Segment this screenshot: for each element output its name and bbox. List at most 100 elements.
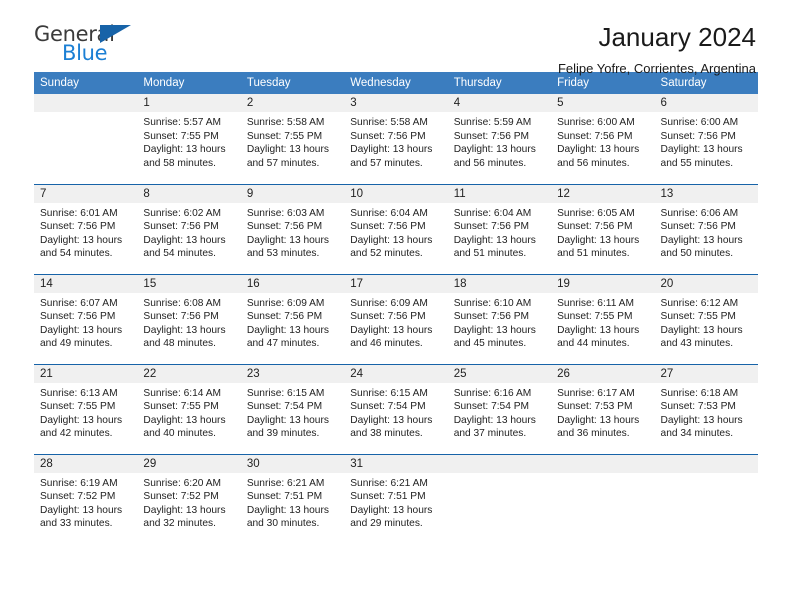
calendar-day-cell[interactable]: 7 Sunrise: 6:01 AM Sunset: 7:56 PM Daylight… <box>34 183 138 274</box>
calendar-day-cell[interactable]: 30 Sunrise: 6:21 AM Sunset: 7:51 PM Dayligh… <box>240 453 345 544</box>
calendar-day-cell[interactable]: 11 Sunrise: 6:04 AM Sunset: 7:56 PM Dayligh… <box>447 183 552 274</box>
calendar-day-cell[interactable]: 20 Sunrise: 6:12 AM Sunset: 7:55 PM Dayligh… <box>654 273 758 364</box>
day-detail-line: and 57 minutes. <box>350 157 423 169</box>
calendar-day-cell[interactable]: 29 Sunrise: 6:20 AM Sunset: 7:52 PM Dayligh… <box>137 453 241 545</box>
calendar-day-cell[interactable]: 14 Sunrise: 6:07 AM Sunset: 7:56 PM Dayligh… <box>34 273 138 364</box>
calendar-day-cell[interactable]: 2 Sunrise: 5:58 AM Sunset: 7:55 PM Daylight… <box>240 94 345 184</box>
day-detail-line: Sunset: 7:56 PM <box>453 221 530 233</box>
day-details: Sunrise: 6:03 AM Sunset: 7:56 PM Daylight:… <box>241 203 344 261</box>
day-number: 24 <box>344 364 448 383</box>
day-number <box>34 94 138 112</box>
calendar-day-cell[interactable]: 5 Sunrise: 6:00 AM Sunset: 7:56 PM Daylight… <box>551 94 655 184</box>
calendar-day-cell[interactable]: 25 Sunrise: 6:16 AM Sunset: 7:54 PM Dayligh… <box>447 363 552 454</box>
calendar-day-cell[interactable]: 3 Sunrise: 5:58 AM Sunset: 7:56 PM Daylight… <box>344 94 448 184</box>
calendar-day-cell[interactable]: 22 Sunrise: 6:14 AM Sunset: 7:55 PM Dayligh… <box>137 363 241 454</box>
day-details: Sunrise: 6:16 AM Sunset: 7:54 PM Daylight:… <box>448 383 551 441</box>
day-detail-line: and 48 minutes. <box>143 338 216 350</box>
title-block: January 2024 Felipe Yofre, Corrientes, A… <box>558 22 758 77</box>
day-detail-line: and 54 minutes. <box>40 248 113 260</box>
calendar-day-cell[interactable]: 28 Sunrise: 6:19 AM Sunset: 7:52 PM Dayligh… <box>34 453 138 544</box>
day-detail-line: Daylight: 13 hours <box>40 234 123 246</box>
calendar-day-cell[interactable]: 18 Sunrise: 6:10 AM Sunset: 7:56 PM Dayligh… <box>447 273 552 364</box>
day-details: Sunrise: 6:17 AM Sunset: 7:53 PM Daylight:… <box>551 383 654 441</box>
calendar-day-cell[interactable]: 19 Sunrise: 6:11 AM Sunset: 7:55 PM Dayligh… <box>551 273 655 364</box>
day-detail-line: Sunset: 7:53 PM <box>557 401 633 413</box>
day-detail-line: Sunset: 7:56 PM <box>453 311 530 323</box>
day-detail-line: Sunrise: 6:20 AM <box>143 477 222 489</box>
calendar-day-cell[interactable]: 24 Sunrise: 6:15 AM Sunset: 7:54 PM Dayligh… <box>344 363 448 454</box>
calendar-day-cell-empty <box>654 453 758 545</box>
day-detail-line: and 55 minutes. <box>660 157 734 169</box>
day-detail-line: Daylight: 13 hours <box>143 324 226 336</box>
calendar-day-cell[interactable]: 10 Sunrise: 6:04 AM Sunset: 7:56 PM Dayligh… <box>344 183 448 274</box>
day-cell-inner: 29 Sunrise: 6:20 AM Sunset: 7:52 PM Dayligh… <box>137 454 241 545</box>
day-number: 29 <box>137 454 241 473</box>
day-number: 1 <box>137 94 241 112</box>
day-detail-line: and 45 minutes. <box>453 338 527 350</box>
day-detail-line: Daylight: 13 hours <box>453 234 536 246</box>
day-details <box>34 112 137 116</box>
day-detail-line: Sunset: 7:55 PM <box>246 130 323 142</box>
day-detail-line: Sunset: 7:56 PM <box>143 311 219 323</box>
calendar-day-cell[interactable]: 8 Sunrise: 6:02 AM Sunset: 7:56 PM Daylight… <box>137 183 241 274</box>
day-detail-line: and 46 minutes. <box>350 338 423 350</box>
day-details: Sunrise: 6:18 AM Sunset: 7:53 PM Daylight:… <box>655 383 758 441</box>
day-details: Sunrise: 6:19 AM Sunset: 7:52 PM Daylight:… <box>34 473 137 531</box>
day-details: Sunrise: 6:11 AM Sunset: 7:55 PM Daylight:… <box>551 293 654 351</box>
calendar-day-cell[interactable]: 13 Sunrise: 6:06 AM Sunset: 7:56 PM Dayligh… <box>654 183 758 274</box>
calendar-day-cell[interactable]: 9 Sunrise: 6:03 AM Sunset: 7:56 PM Daylight… <box>240 183 345 274</box>
day-detail-line: and 39 minutes. <box>246 428 320 440</box>
day-detail-line: Daylight: 13 hours <box>557 414 640 426</box>
weekday-header-thursday: Thursday <box>447 72 552 94</box>
day-detail-line: Sunrise: 6:05 AM <box>557 207 635 219</box>
day-detail-line: Sunrise: 5:59 AM <box>453 117 532 128</box>
day-detail-line: Sunrise: 6:18 AM <box>660 387 739 399</box>
day-detail-line: Sunrise: 6:21 AM <box>246 477 325 489</box>
calendar-day-cell[interactable]: 12 Sunrise: 6:05 AM Sunset: 7:56 PM Dayligh… <box>551 183 655 274</box>
day-detail-line: and 36 minutes. <box>557 428 630 440</box>
calendar-day-cell[interactable]: 23 Sunrise: 6:15 AM Sunset: 7:54 PM Dayligh… <box>240 363 345 454</box>
day-detail-line: Daylight: 13 hours <box>40 504 123 516</box>
calendar-day-cell[interactable]: 21 Sunrise: 6:13 AM Sunset: 7:55 PM Dayligh… <box>34 363 138 454</box>
day-details: Sunrise: 6:21 AM Sunset: 7:51 PM Daylight:… <box>241 473 344 531</box>
calendar-day-cell[interactable]: 1 Sunrise: 5:57 AM Sunset: 7:55 PM Daylight… <box>137 94 241 184</box>
day-details <box>448 473 551 477</box>
calendar-day-cell[interactable]: 31 Sunrise: 6:21 AM Sunset: 7:51 PM Dayligh… <box>344 453 448 544</box>
day-number: 9 <box>240 184 345 203</box>
calendar-day-cell[interactable]: 16 Sunrise: 6:09 AM Sunset: 7:56 PM Dayligh… <box>240 273 345 364</box>
calendar-day-cell[interactable]: 26 Sunrise: 6:17 AM Sunset: 7:53 PM Dayligh… <box>551 363 655 454</box>
calendar-day-cell-empty <box>447 453 552 544</box>
day-detail-line: Daylight: 13 hours <box>143 144 226 156</box>
calendar-week-row: 7 Sunrise: 6:01 AM Sunset: 7:56 PM Daylight… <box>34 183 758 274</box>
calendar-day-cell[interactable]: 27 Sunrise: 6:18 AM Sunset: 7:53 PM Dayligh… <box>654 363 758 454</box>
day-detail-line: Daylight: 13 hours <box>350 144 433 156</box>
day-detail-line: and 51 minutes. <box>557 248 630 260</box>
day-detail-line: and 29 minutes. <box>350 518 423 530</box>
day-detail-line: Sunrise: 6:11 AM <box>557 297 634 309</box>
day-detail-line: Sunrise: 6:08 AM <box>143 297 222 309</box>
day-detail-line: and 43 minutes. <box>660 338 734 350</box>
calendar-week-row: 21 Sunrise: 6:13 AM Sunset: 7:55 PM Dayligh… <box>34 363 758 454</box>
day-cell-inner: 6 Sunrise: 6:00 AM Sunset: 7:56 PM Daylight… <box>654 94 758 184</box>
day-detail-line: and 37 minutes. <box>453 428 527 440</box>
day-number: 31 <box>344 454 448 473</box>
day-cell-inner: 4 Sunrise: 5:59 AM Sunset: 7:56 PM Daylight… <box>447 94 552 184</box>
day-cell-inner <box>654 454 758 545</box>
day-number: 26 <box>551 364 655 383</box>
day-detail-line: and 54 minutes. <box>143 248 216 260</box>
calendar-day-cell[interactable]: 6 Sunrise: 6:00 AM Sunset: 7:56 PM Daylight… <box>654 94 758 184</box>
generalblue-logo[interactable]: General Blue <box>34 22 154 70</box>
day-details: Sunrise: 6:09 AM Sunset: 7:56 PM Daylight:… <box>344 293 447 351</box>
day-number: 27 <box>654 364 758 383</box>
calendar-day-cell[interactable]: 15 Sunrise: 6:08 AM Sunset: 7:56 PM Dayligh… <box>137 273 241 364</box>
calendar-day-cell[interactable]: 4 Sunrise: 5:59 AM Sunset: 7:56 PM Daylight… <box>447 94 552 184</box>
day-detail-line: Sunrise: 6:21 AM <box>350 477 428 489</box>
day-detail-line: Sunset: 7:55 PM <box>660 311 736 323</box>
day-cell-inner: 7 Sunrise: 6:01 AM Sunset: 7:56 PM Daylight… <box>34 184 138 274</box>
day-detail-line: Daylight: 13 hours <box>246 504 329 516</box>
day-detail-line: Sunrise: 6:10 AM <box>453 297 532 309</box>
logo-text-blue: Blue <box>62 41 108 65</box>
day-cell-inner: 24 Sunrise: 6:15 AM Sunset: 7:54 PM Dayligh… <box>344 364 448 454</box>
calendar-day-cell[interactable]: 17 Sunrise: 6:09 AM Sunset: 7:56 PM Dayligh… <box>344 273 448 364</box>
day-detail-line: Sunrise: 6:07 AM <box>40 297 118 309</box>
